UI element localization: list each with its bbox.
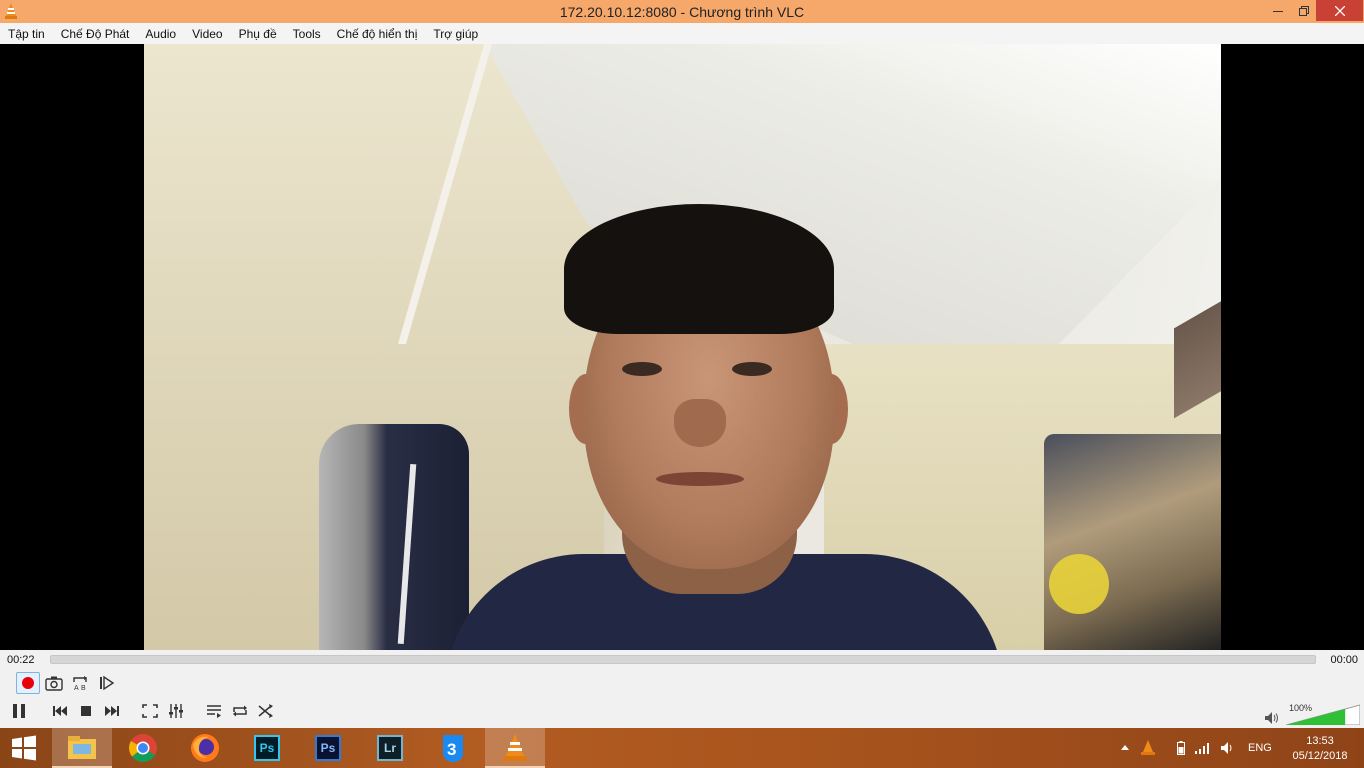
stop-icon: [81, 706, 91, 716]
stop-button[interactable]: [74, 700, 98, 722]
controls-panel: AB 100%: [0, 670, 1364, 728]
network-signal-icon[interactable]: [1195, 742, 1211, 754]
shuffle-icon: [258, 704, 273, 718]
menu-help[interactable]: Trợ giúp: [433, 27, 478, 41]
svg-text:A: A: [74, 685, 79, 691]
extended-settings-button[interactable]: [164, 700, 188, 722]
shuffle-button[interactable]: [254, 700, 278, 722]
next-icon: [105, 706, 119, 716]
fullscreen-button[interactable]: [138, 700, 162, 722]
loop-ab-icon: AB: [73, 676, 87, 691]
menu-subtitle[interactable]: Phụ đề: [239, 27, 277, 41]
fullscreen-icon: [142, 704, 158, 718]
file-explorer-icon: [68, 736, 96, 759]
minimize-icon: [1273, 10, 1283, 12]
menu-playback[interactable]: Chế Độ Phát: [61, 27, 130, 41]
photoshop-icon: Ps: [254, 735, 280, 761]
taskbar-vlc[interactable]: [485, 728, 545, 768]
frame-step-icon: [100, 675, 115, 691]
frame-step-button[interactable]: [94, 672, 118, 694]
vlc-tray-icon[interactable]: [1141, 740, 1155, 756]
menu-view[interactable]: Chế độ hiển thị: [337, 27, 418, 41]
previous-icon: [53, 706, 67, 716]
close-icon: [1334, 5, 1345, 16]
menu-audio[interactable]: Audio: [145, 27, 176, 41]
clock[interactable]: 13:53 05/12/2018: [1290, 734, 1350, 764]
playlist-button[interactable]: [202, 700, 226, 722]
taskbar: Ps Ps Lr 3 ENG 13:53 05/12/2018: [0, 728, 1364, 768]
show-hidden-icons-icon[interactable]: [1120, 744, 1130, 752]
taskbar-firefox[interactable]: [175, 728, 235, 768]
seek-slider[interactable]: [50, 655, 1316, 664]
loop-button[interactable]: [228, 700, 252, 722]
taskbar-chrome[interactable]: [113, 728, 173, 768]
taskbar-photoshop[interactable]: Ps: [237, 728, 297, 768]
record-button[interactable]: [16, 672, 40, 694]
lightroom-icon: Lr: [377, 735, 403, 761]
pause-icon: [13, 704, 25, 718]
vlc-icon: [503, 734, 527, 761]
loop-ab-button[interactable]: AB: [68, 672, 92, 694]
elapsed-time[interactable]: 00:22: [7, 654, 35, 666]
chrome-icon: [129, 734, 157, 762]
firefox-icon: [191, 734, 219, 762]
snapshot-button[interactable]: [42, 672, 66, 694]
menu-file[interactable]: Tập tin: [8, 27, 45, 41]
menu-tools[interactable]: Tools: [293, 27, 321, 41]
video-frame: [144, 44, 1221, 650]
taskbar-file-explorer[interactable]: [52, 728, 112, 768]
photoshop-alt-icon: Ps: [315, 735, 341, 761]
previous-button[interactable]: [48, 700, 72, 722]
menu-bar: Tập tin Chế Độ Phát Audio Video Phụ đề T…: [0, 23, 1364, 44]
clock-date: 05/12/2018: [1292, 750, 1348, 762]
speaker-icon[interactable]: [1265, 712, 1279, 724]
snapshot-icon: [45, 676, 63, 691]
zalo-3-icon: 3: [443, 735, 463, 762]
taskbar-zalo[interactable]: 3: [423, 728, 483, 768]
minimize-button[interactable]: [1264, 0, 1292, 21]
window-title: 172.20.10.12:8080 - Chương trình VLC: [559, 4, 805, 20]
restore-icon: [1299, 5, 1309, 16]
record-icon: [22, 677, 34, 689]
start-button[interactable]: [0, 728, 48, 768]
pause-button[interactable]: [6, 698, 32, 724]
input-language[interactable]: ENG: [1248, 742, 1272, 754]
video-area[interactable]: [0, 44, 1364, 650]
restore-button[interactable]: [1290, 0, 1318, 21]
playlist-icon: [207, 705, 221, 718]
loop-icon: [233, 705, 247, 717]
svg-text:B: B: [81, 685, 86, 691]
taskbar-lightroom[interactable]: Lr: [360, 728, 420, 768]
seek-row: 00:22 00:00: [0, 650, 1364, 670]
extended-settings-icon: [169, 704, 183, 718]
volume-percent: 100%: [1289, 703, 1313, 713]
battery-icon[interactable]: [1177, 741, 1185, 755]
title-bar: 172.20.10.12:8080 - Chương trình VLC: [0, 0, 1364, 23]
next-button[interactable]: [100, 700, 124, 722]
taskbar-photoshop-2[interactable]: Ps: [298, 728, 358, 768]
windows-start-icon: [12, 735, 36, 761]
close-button[interactable]: [1316, 0, 1363, 21]
clock-time: 13:53: [1306, 735, 1334, 747]
svg-text:3: 3: [447, 740, 456, 759]
menu-video[interactable]: Video: [192, 27, 222, 41]
total-time[interactable]: 00:00: [1330, 654, 1358, 666]
volume-tray-icon[interactable]: [1221, 742, 1235, 754]
